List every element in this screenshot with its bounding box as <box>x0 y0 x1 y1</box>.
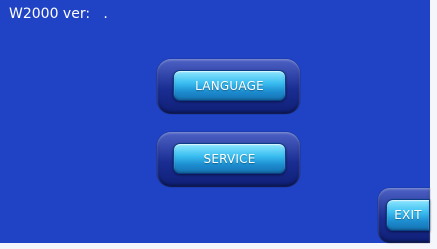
language-button[interactable]: LANGUAGE <box>173 70 286 101</box>
exit-button[interactable]: EXIT <box>386 199 430 231</box>
main-screen: W2000 ver: . LANGUAGE SERVICE EXIT <box>0 0 430 243</box>
version-label: W2000 ver: . <box>9 6 108 22</box>
service-button[interactable]: SERVICE <box>173 143 286 174</box>
